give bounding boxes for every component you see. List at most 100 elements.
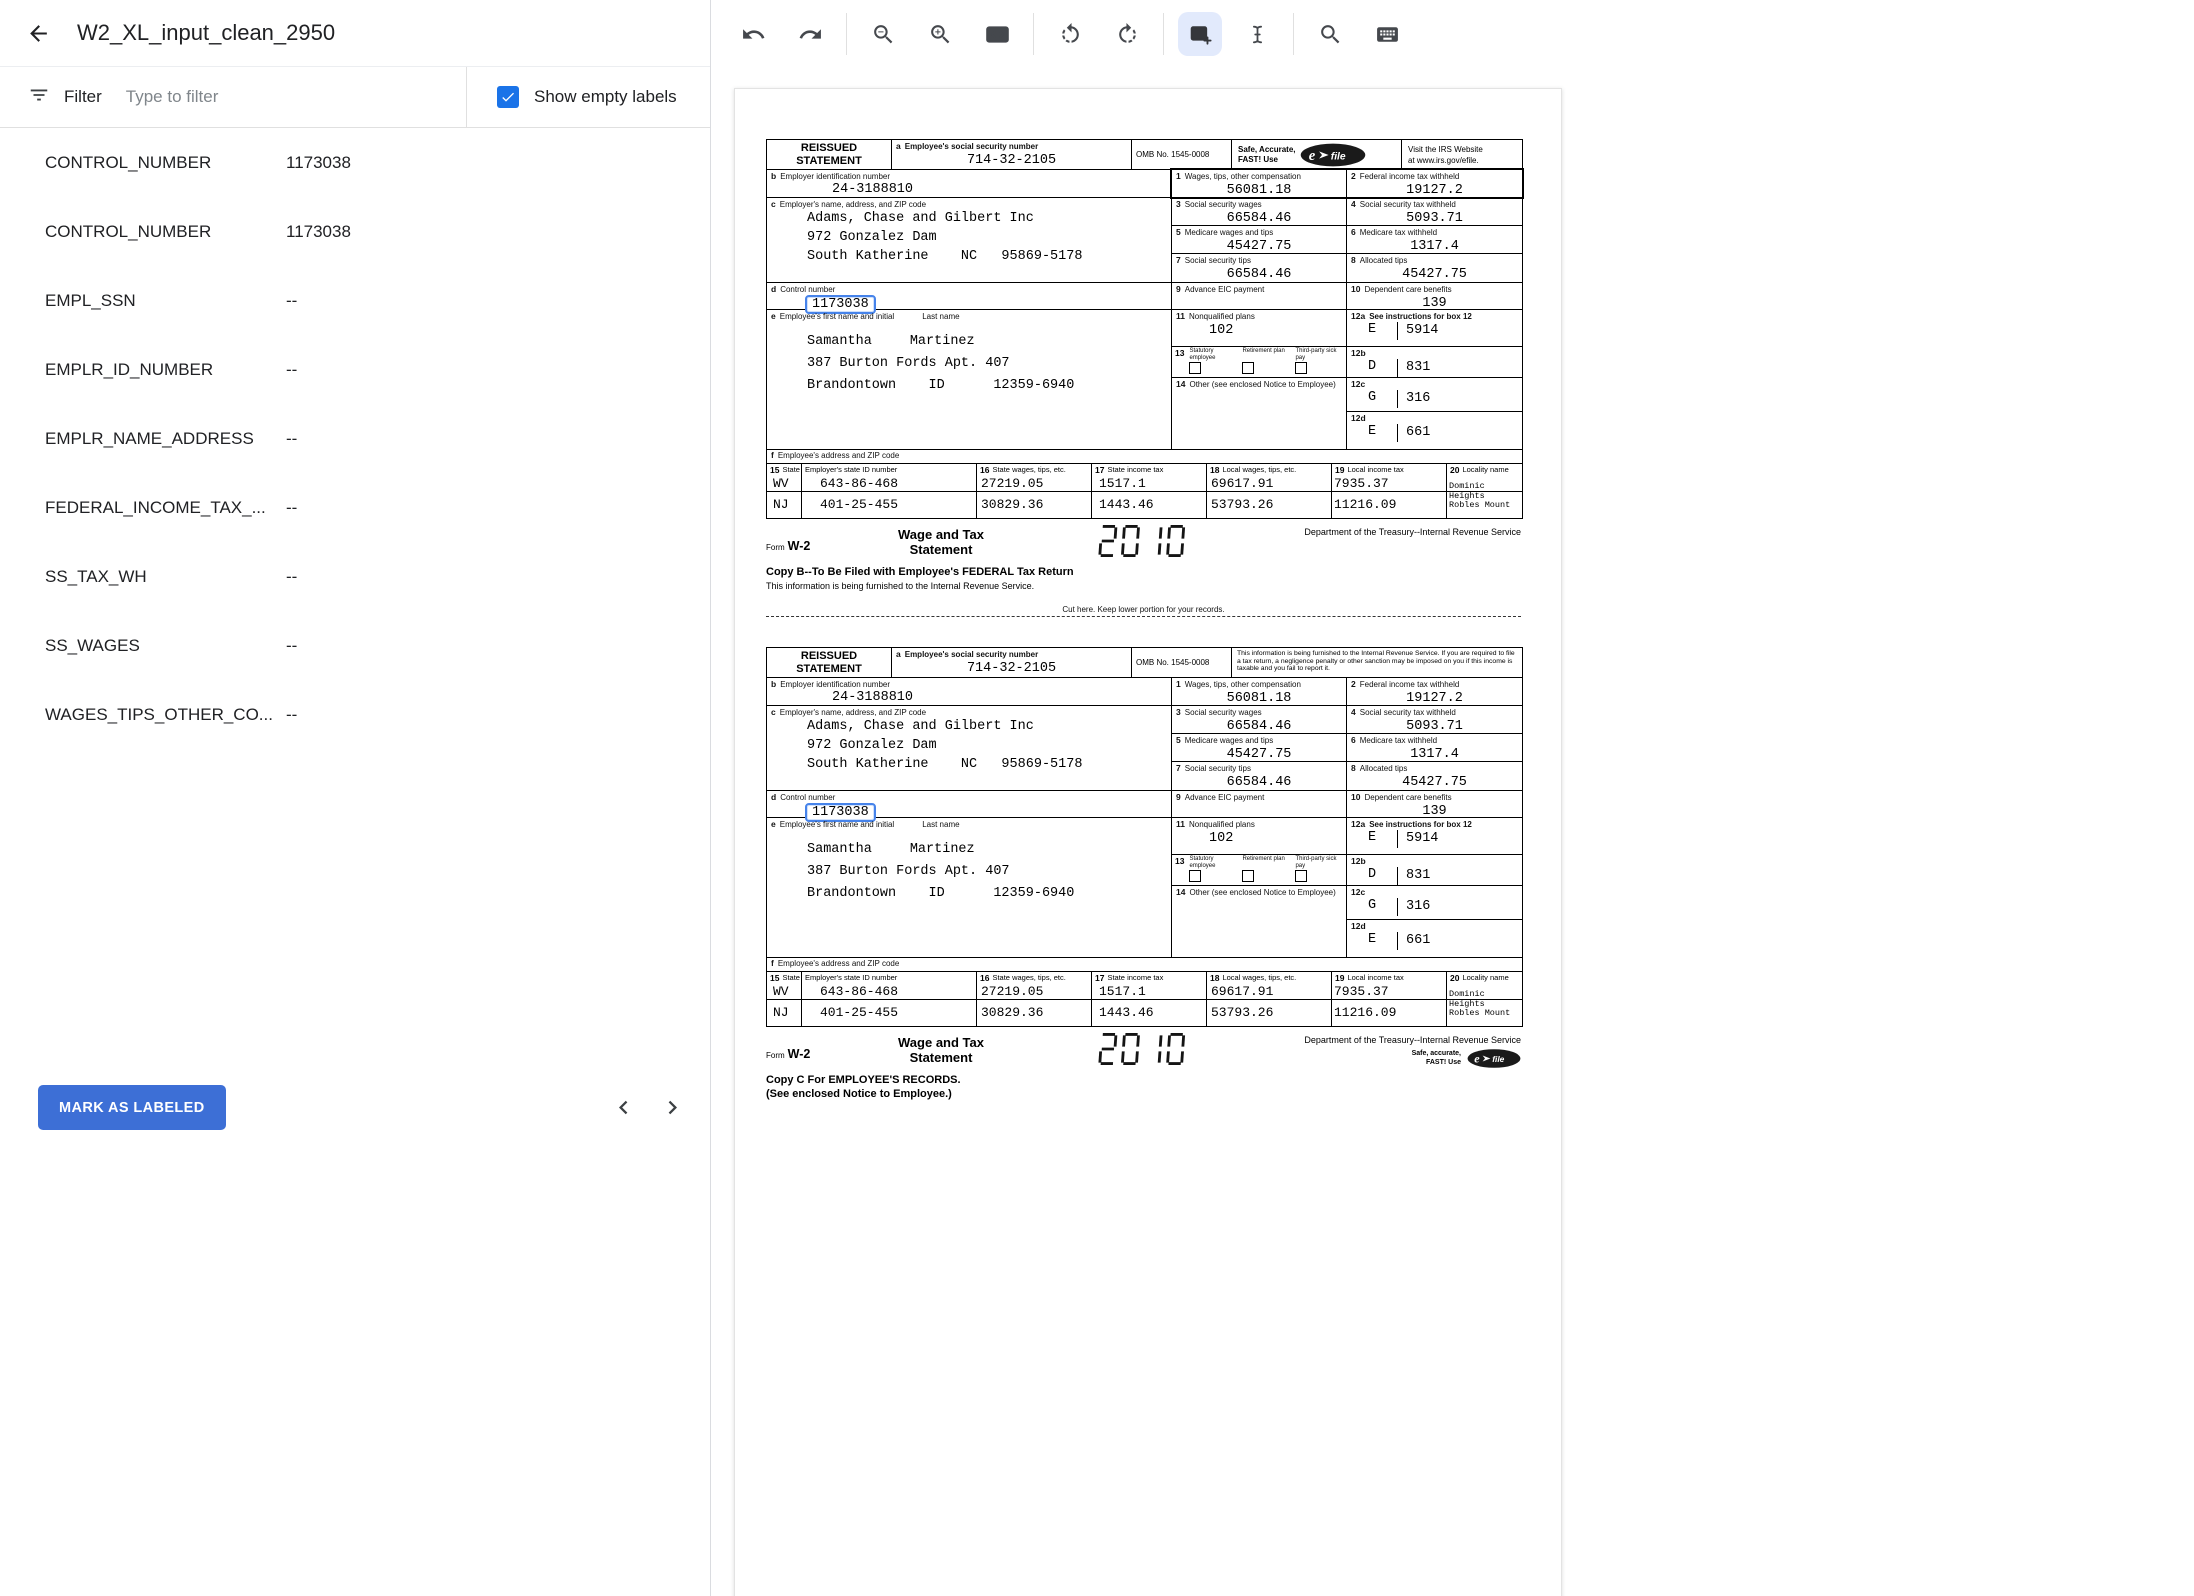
employee-street[interactable]: 387 Burton Fords Apt. 407 [767, 353, 1171, 375]
ein-value[interactable]: 24-3188810 [832, 182, 1171, 197]
box-12b: 12b D831 [1347, 855, 1522, 886]
box-3-ss-wages: 3Social security wages 66584.46 [1172, 198, 1347, 226]
reissued-line1: REISSUED [767, 142, 891, 155]
wage-tax-statement-title: Wage and Tax Statement [866, 525, 1016, 557]
label-row[interactable]: SS_TAX_WH-- [0, 542, 710, 611]
state-row2-local-tax: 11216.09 [1332, 492, 1447, 518]
document-viewer[interactable]: REISSUED STATEMENT aEmployee's social se… [711, 68, 2194, 1596]
label-row[interactable]: EMPL_SSN-- [0, 266, 710, 335]
box-a-ssn: aEmployee's social security number 714-3… [892, 140, 1132, 169]
box-7-ss-tips: 7Social security tips 66584.46 [1172, 762, 1347, 791]
reissued-line2: STATEMENT [767, 663, 891, 676]
employee-name[interactable]: SamanthaMartinez [767, 839, 1171, 861]
redo-button[interactable] [788, 12, 832, 56]
rotate-left-icon [1058, 22, 1083, 47]
keyboard-shortcuts-button[interactable] [1365, 12, 1409, 56]
box-6-medicare-tax: 6Medicare tax withheld 1317.4 [1347, 734, 1522, 762]
label-row[interactable]: EMPLR_ID_NUMBER-- [0, 335, 710, 404]
box-12a: 12aSee instructions for box 12 E5914 [1347, 310, 1522, 347]
box-19-local-tax: 19Local income tax 7935.37 [1332, 464, 1447, 491]
code-view-icon [985, 22, 1010, 47]
document-toolbar [711, 0, 2194, 68]
search-button[interactable] [1308, 12, 1352, 56]
state-row2-tax: 1443.46 [1092, 1000, 1207, 1026]
wages-value[interactable]: 56081.18 [1172, 183, 1346, 198]
label-row[interactable]: CONTROL_NUMBER1173038 [0, 128, 710, 197]
filter-bar: Filter Show empty labels [0, 67, 710, 128]
prev-document-button[interactable] [610, 1094, 637, 1121]
box-6-medicare-tax: 6Medicare tax withheld 1317.4 [1347, 226, 1522, 254]
label-row[interactable]: CONTROL_NUMBER1173038 [0, 197, 710, 266]
box-d-control-number: dControl number 1173038 [767, 283, 1172, 309]
svg-text:e: e [1474, 1052, 1480, 1066]
employee-street[interactable]: 387 Burton Fords Apt. 407 [767, 861, 1171, 883]
box-13-checkboxes: 13 Statutory employee Retirement plan Th… [1172, 347, 1347, 378]
label-list: CONTROL_NUMBER1173038 CONTROL_NUMBER1173… [0, 128, 710, 749]
wages-value[interactable]: 56081.18 [1172, 691, 1346, 706]
rotate-left-button[interactable] [1048, 12, 1092, 56]
box-18-local-wages: 18Local wages, tips, etc. 69617.91 [1207, 464, 1332, 491]
toolbar-divider [846, 13, 847, 55]
document-page[interactable]: REISSUED STATEMENT aEmployee's social se… [734, 88, 1562, 1596]
svg-text:file: file [1330, 151, 1345, 162]
employee-city[interactable]: Brandontown ID 12359-6940 [767, 883, 1171, 905]
reissued-statement: REISSUED STATEMENT [767, 648, 892, 677]
state-row2-locality: Robles Mount [1447, 492, 1522, 518]
employer-city[interactable]: South Katherine NC 95869-5178 [767, 247, 1171, 266]
labeling-app: W2_XL_input_clean_2950 Filter Show empty… [0, 0, 2194, 1596]
svg-text:e: e [1308, 148, 1315, 164]
text-select-button[interactable] [1235, 12, 1279, 56]
federal-tax-value[interactable]: 19127.2 [1347, 183, 1522, 198]
w2-form: REISSUED STATEMENT aEmployee's social se… [766, 139, 1521, 591]
box-8-allocated-tips: 8Allocated tips 45427.75 [1347, 762, 1522, 791]
wage-tax-statement-title: Wage and Tax Statement [866, 1033, 1016, 1065]
ein-value[interactable]: 24-3188810 [832, 690, 1171, 705]
ssn-value[interactable]: 714-32-2105 [892, 661, 1131, 676]
code-view-button[interactable] [975, 12, 1019, 56]
zoom-out-icon [871, 22, 896, 47]
box-2-federal-tax: 2Federal income tax withheld 19127.2 [1347, 170, 1522, 197]
next-document-button[interactable] [659, 1094, 686, 1121]
box-12b: 12b D831 [1347, 347, 1522, 378]
zoom-out-button[interactable] [861, 12, 905, 56]
mark-as-labeled-button[interactable]: MARK AS LABELED [38, 1085, 226, 1130]
federal-tax-value[interactable]: 19127.2 [1347, 691, 1522, 706]
year-seven-segment: 2010 [1096, 1033, 1186, 1065]
filter-input[interactable] [124, 86, 466, 108]
label-row[interactable]: WAGES_TIPS_OTHER_CO...-- [0, 680, 710, 749]
box-7-ss-tips: 7Social security tips 66584.46 [1172, 254, 1347, 283]
panel-header: W2_XL_input_clean_2950 [0, 0, 710, 67]
box-12a: 12aSee instructions for box 12 E5914 [1347, 818, 1522, 855]
retirement-plan-checkbox [1242, 870, 1254, 882]
employer-street[interactable]: 972 Gonzalez Dam [767, 228, 1171, 247]
employee-city[interactable]: Brandontown ID 12359-6940 [767, 375, 1171, 397]
employer-city[interactable]: South Katherine NC 95869-5178 [767, 755, 1171, 774]
box-f-address-label: fEmployee's address and ZIP code [767, 450, 1522, 463]
box-18-local-wages: 18Local wages, tips, etc. 69617.91 [1207, 972, 1332, 999]
label-row[interactable]: EMPLR_NAME_ADDRESS-- [0, 404, 710, 473]
document-title: W2_XL_input_clean_2950 [77, 20, 335, 46]
state-row2-local-wages: 53793.26 [1207, 1000, 1332, 1026]
copy-designation-note: (See enclosed Notice to Employee.) [766, 1088, 1521, 1100]
show-empty-labels-checkbox[interactable] [497, 86, 519, 108]
back-button[interactable] [26, 21, 51, 46]
zoom-in-button[interactable] [918, 12, 962, 56]
ssn-value[interactable]: 714-32-2105 [892, 153, 1131, 168]
employer-name[interactable]: Adams, Chase and Gilbert Inc [767, 209, 1171, 228]
employer-street[interactable]: 972 Gonzalez Dam [767, 736, 1171, 755]
undo-button[interactable] [731, 12, 775, 56]
rotate-right-button[interactable] [1105, 12, 1149, 56]
box-10-dependent-care: 10Dependent care benefits 139 [1347, 283, 1522, 309]
label-row[interactable]: FEDERAL_INCOME_TAX_...-- [0, 473, 710, 542]
box-annotate-button[interactable] [1178, 12, 1222, 56]
show-empty-section: Show empty labels [467, 67, 710, 127]
label-row[interactable]: SS_WAGES-- [0, 611, 710, 680]
box-c-employer: cEmployer's name, address, and ZIP code … [767, 198, 1172, 282]
employee-name[interactable]: SamanthaMartinez [767, 331, 1171, 353]
employer-name[interactable]: Adams, Chase and Gilbert Inc [767, 717, 1171, 736]
footer-efile-promo: Safe, accurate, FAST! Use e file [1412, 1048, 1521, 1069]
filter-icon [28, 84, 50, 111]
toolbar-divider [1033, 13, 1034, 55]
w2-footer: FormW-2 Wage and Tax Statement 2010 Depa… [766, 1027, 1521, 1100]
box-d-control-number: dControl number 1173038 [767, 791, 1172, 817]
